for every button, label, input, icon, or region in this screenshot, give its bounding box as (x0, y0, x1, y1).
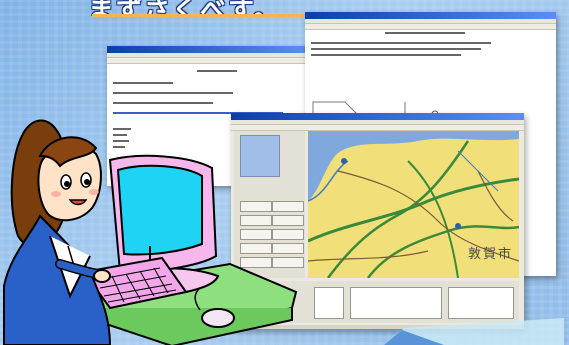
document-text-line (113, 82, 173, 84)
document-heading-line (385, 32, 465, 34)
document-text-line (311, 42, 491, 44)
map-canvas[interactable]: 敦賀市 (308, 131, 519, 278)
info-box (314, 287, 344, 319)
document-text-line (113, 92, 233, 94)
map-place-label: 敦賀市 (467, 247, 513, 262)
window-titlebar (107, 46, 307, 53)
heading-underline (92, 14, 312, 17)
info-text-box[interactable] (350, 287, 442, 319)
decorative-background-shape (384, 318, 564, 345)
girl-at-computer-illustration (3, 119, 298, 345)
window-toolbar (107, 58, 307, 64)
document-heading-line (197, 70, 237, 72)
document-text-line (311, 54, 461, 56)
document-text-line (311, 48, 481, 50)
info-text-box[interactable] (448, 287, 514, 319)
window-toolbar (305, 24, 556, 30)
window-titlebar (305, 12, 556, 19)
